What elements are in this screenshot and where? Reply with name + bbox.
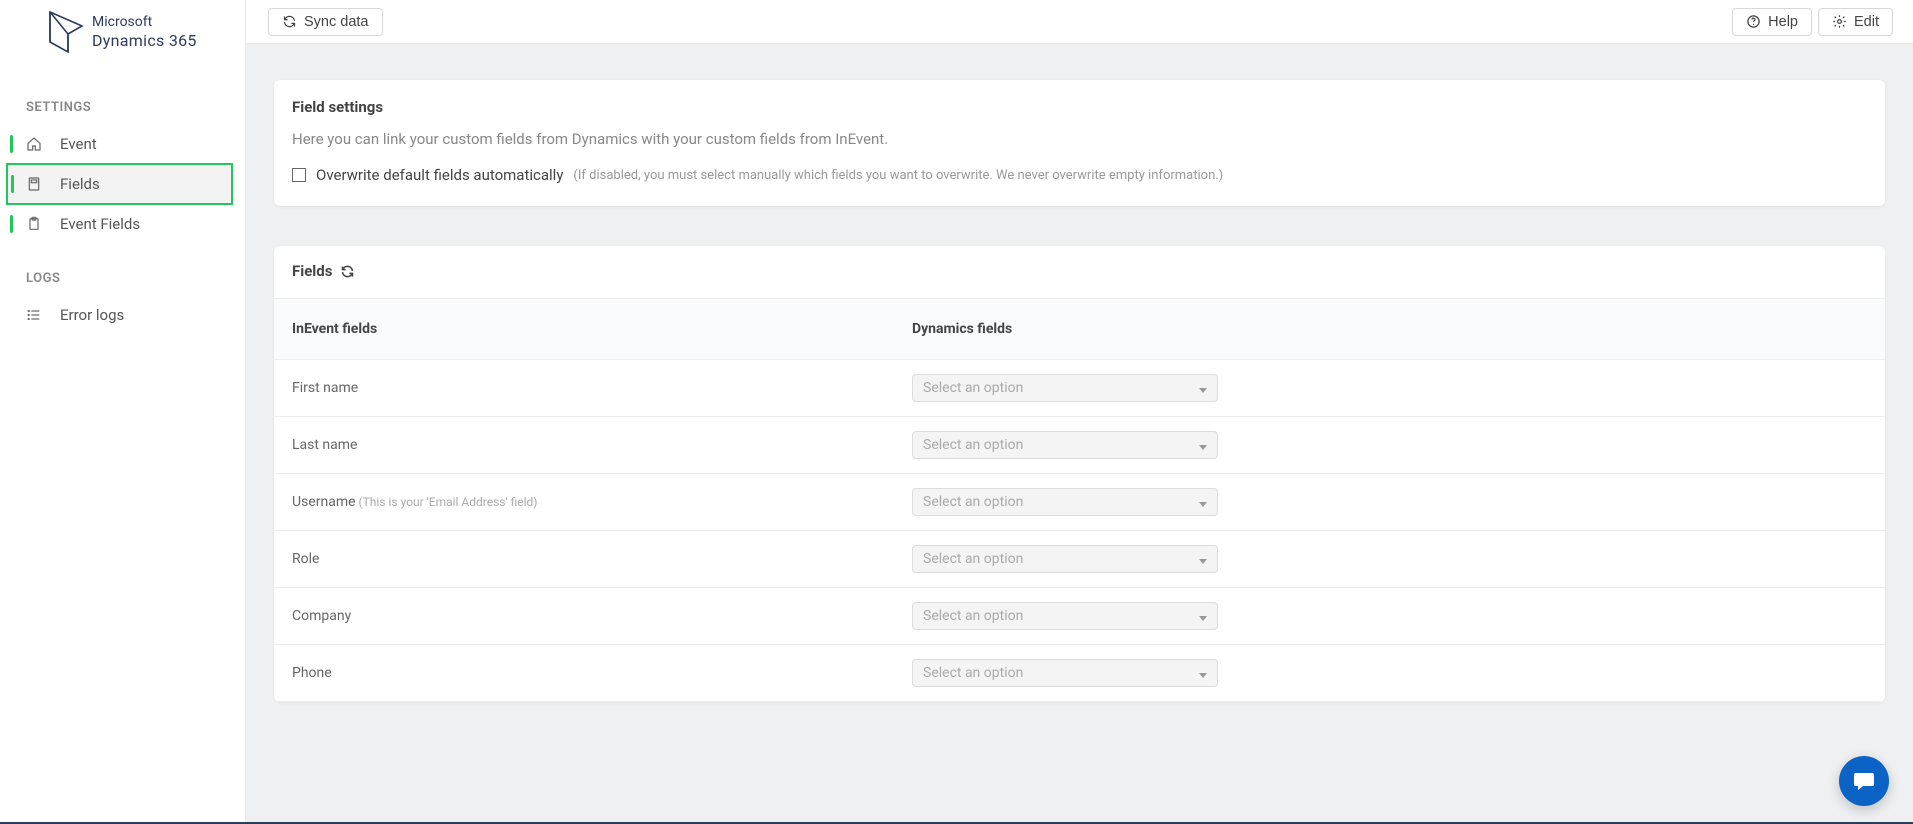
field-settings-title: Field settings <box>292 98 1867 116</box>
logo-line1: Microsoft <box>92 14 197 31</box>
fields-card: Fields InEvent fields Dynamics fields Fi… <box>274 246 1885 702</box>
chevron-down-icon <box>1199 445 1207 450</box>
col-inevent-fields: InEvent fields <box>292 321 912 337</box>
table-row: Username (This is your 'Email Address' f… <box>274 474 1885 531</box>
gear-icon <box>1832 14 1847 29</box>
table-row: CompanySelect an option <box>274 588 1885 645</box>
card-icon <box>26 176 42 192</box>
sidebar-item-label: Error logs <box>60 306 124 324</box>
topbar: Sync data Help Edit <box>246 0 1913 44</box>
table-row: RoleSelect an option <box>274 531 1885 588</box>
table-row: PhoneSelect an option <box>274 645 1885 702</box>
main-content: Field settings Here you can link your cu… <box>246 44 1913 824</box>
chevron-down-icon <box>1199 388 1207 393</box>
logo-line2: Dynamics 365 <box>92 31 197 50</box>
sync-data-button[interactable]: Sync data <box>268 8 383 36</box>
help-icon <box>1746 14 1761 29</box>
field-label: Role <box>292 551 912 567</box>
sidebar-item-event-fields[interactable]: Event Fields <box>0 205 245 243</box>
field-label: Phone <box>292 665 912 681</box>
chevron-down-icon <box>1199 616 1207 621</box>
chevron-down-icon <box>1199 502 1207 507</box>
overwrite-checkbox[interactable] <box>292 168 306 182</box>
sidebar-item-fields[interactable]: Fields <box>6 163 233 205</box>
dynamics-logo-icon <box>48 10 84 54</box>
logo: Microsoft Dynamics 365 <box>0 0 245 72</box>
field-label: First name <box>292 380 912 396</box>
dynamics-field-select[interactable]: Select an option <box>912 431 1218 459</box>
field-settings-card: Field settings Here you can link your cu… <box>274 80 1885 206</box>
chat-icon <box>1852 769 1876 793</box>
home-icon <box>26 136 42 152</box>
refresh-icon[interactable] <box>340 264 355 279</box>
field-label: Last name <box>292 437 912 453</box>
fields-card-title: Fields <box>292 262 332 280</box>
table-row: First nameSelect an option <box>274 360 1885 417</box>
sidebar-section-settings: SETTINGS <box>0 72 245 125</box>
field-label: Company <box>292 608 912 624</box>
sidebar-item-error-logs[interactable]: Error logs <box>0 296 245 334</box>
sidebar-item-event[interactable]: Event <box>0 125 245 163</box>
sidebar-item-label: Event <box>60 135 97 153</box>
clipboard-icon <box>26 216 42 232</box>
sidebar: Microsoft Dynamics 365 SETTINGS Event Fi… <box>0 0 246 824</box>
dynamics-field-select[interactable]: Select an option <box>912 488 1218 516</box>
fields-table-header: InEvent fields Dynamics fields <box>274 299 1885 360</box>
refresh-icon <box>282 14 297 29</box>
sidebar-item-label: Fields <box>60 175 100 193</box>
table-row: Last nameSelect an option <box>274 417 1885 474</box>
overwrite-checkbox-sub: (If disabled, you must select manually w… <box>573 168 1223 183</box>
dynamics-field-select[interactable]: Select an option <box>912 374 1218 402</box>
overwrite-checkbox-label: Overwrite default fields automatically <box>316 166 563 184</box>
field-label: Username (This is your 'Email Address' f… <box>292 494 912 510</box>
help-button[interactable]: Help <box>1732 8 1812 36</box>
sidebar-section-logs: LOGS <box>0 243 245 296</box>
dynamics-field-select[interactable]: Select an option <box>912 659 1218 687</box>
chat-fab[interactable] <box>1839 756 1889 806</box>
dynamics-field-select[interactable]: Select an option <box>912 545 1218 573</box>
chevron-down-icon <box>1199 559 1207 564</box>
dynamics-field-select[interactable]: Select an option <box>912 602 1218 630</box>
col-dynamics-fields: Dynamics fields <box>912 321 1867 337</box>
chevron-down-icon <box>1199 673 1207 678</box>
list-icon <box>26 307 42 323</box>
sidebar-item-label: Event Fields <box>60 215 140 233</box>
overwrite-checkbox-row: Overwrite default fields automatically (… <box>292 166 1867 184</box>
field-settings-desc: Here you can link your custom fields fro… <box>292 130 1867 148</box>
edit-button[interactable]: Edit <box>1818 8 1893 36</box>
